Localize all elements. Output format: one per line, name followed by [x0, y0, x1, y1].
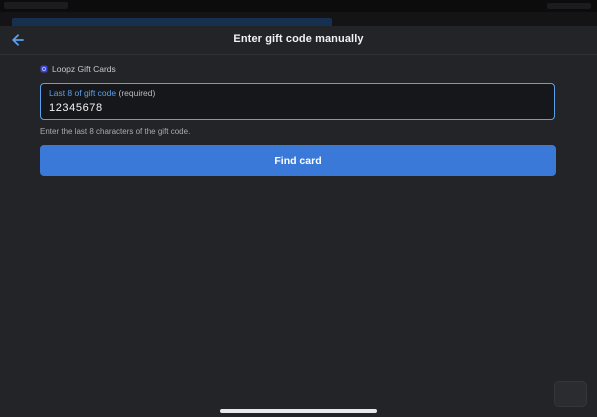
gift-code-field[interactable]: Last 8 of gift code (required) [40, 83, 555, 120]
nav-header: Enter gift code manually [0, 26, 597, 55]
brand-name: Loopz Gift Cards [52, 64, 116, 74]
background-app-bar [12, 18, 332, 26]
app-screen: Enter gift code manually Loopz Gift Card… [0, 0, 597, 417]
floating-corner-button[interactable] [554, 381, 587, 407]
loopz-logo-icon [40, 65, 48, 73]
status-bar-indicators [547, 3, 591, 9]
status-bar-time [4, 2, 68, 9]
home-indicator[interactable] [220, 409, 377, 413]
brand-row: Loopz Gift Cards [40, 64, 116, 74]
gift-code-label: Last 8 of gift code (required) [49, 88, 155, 98]
gift-code-input[interactable] [49, 102, 539, 114]
gift-code-helper-text: Enter the last 8 characters of the gift … [40, 127, 191, 136]
background-app-strip [0, 12, 597, 26]
status-bar [0, 0, 597, 12]
gift-code-label-text: Last 8 of gift code [49, 88, 117, 98]
find-card-button[interactable]: Find card [40, 145, 556, 176]
page-title: Enter gift code manually [233, 33, 364, 45]
required-marker: (required) [118, 88, 156, 98]
